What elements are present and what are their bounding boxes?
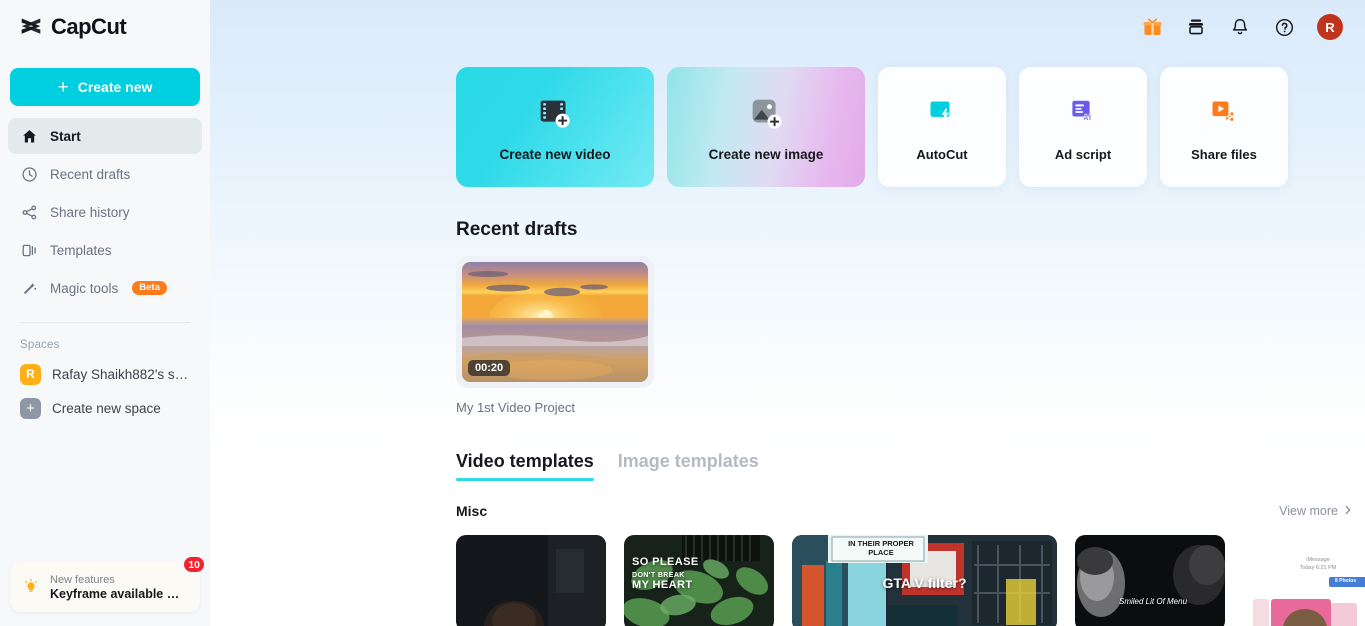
topbar: R	[210, 0, 1365, 54]
action-label: AutoCut	[916, 147, 968, 162]
create-new-label: Create new	[77, 79, 153, 95]
help-circle-icon[interactable]	[1273, 16, 1295, 38]
space-item-personal[interactable]: R Rafay Shaikh882's s…	[8, 357, 202, 391]
capcut-logo-icon	[18, 16, 44, 38]
action-label: Create new image	[708, 147, 824, 162]
brand-logo[interactable]: CapCut	[8, 0, 202, 54]
magic-wand-icon	[20, 279, 38, 297]
film-plus-icon	[534, 92, 576, 134]
template-overlay-text: Smiled Lit Of Menu	[1119, 597, 1188, 606]
promo-top-line: New features	[50, 573, 115, 586]
avatar[interactable]: R	[1317, 14, 1343, 40]
sidebar-item-magic-tools[interactable]: Magic tools Beta	[8, 270, 202, 306]
space-label: Create new space	[52, 400, 161, 416]
template-overlay-text: SO PLEASE DON'T BREAK MY HEART	[632, 556, 699, 592]
sidebar-nav: Start Recent drafts Share history Templa…	[8, 118, 202, 306]
template-card[interactable]: SO PLEASE DON'T BREAK MY HEART	[624, 535, 774, 626]
space-label: Rafay Shaikh882's s…	[52, 366, 189, 382]
templates-icon	[20, 241, 38, 259]
main-area: R Create new video Create new image Auto…	[210, 0, 1365, 626]
sidebar-item-recent-drafts[interactable]: Recent drafts	[8, 156, 202, 192]
action-label: Create new video	[499, 147, 611, 162]
sidebar: CapCut + Create new Start Recent drafts	[0, 0, 210, 626]
template-overlay-text: GTA V filter?	[882, 575, 967, 591]
quick-actions-row: Create new video Create new image AutoCu…	[456, 67, 1365, 187]
ad-script-ai-icon	[1062, 92, 1104, 134]
bell-icon[interactable]	[1229, 16, 1251, 38]
tab-image-templates[interactable]: Image templates	[618, 451, 759, 481]
sidebar-item-label: Start	[50, 128, 81, 144]
spaces-section-label: Spaces	[20, 339, 60, 351]
view-more-link[interactable]: View more	[1279, 504, 1353, 518]
lightbulb-icon	[22, 578, 40, 596]
promo-text: New features Keyframe available …	[50, 574, 179, 601]
template-card[interactable]	[456, 535, 606, 626]
sidebar-item-label: Magic tools	[50, 280, 119, 296]
overlay-line-1: SO PLEASE	[632, 556, 699, 568]
sunset-beach-thumbnail: 00:20	[462, 262, 648, 382]
autocut-icon	[921, 92, 963, 134]
message-line-2: Today 6:21 PM	[1299, 564, 1337, 571]
overlay-line-2: DON'T BREAK	[632, 571, 685, 579]
sidebar-item-templates[interactable]: Templates	[8, 232, 202, 268]
template-card[interactable]: IN THEIR PROPER PLACE GTA V filter?	[792, 535, 1057, 626]
share-icon	[20, 203, 38, 221]
template-sign-text: IN THEIR PROPER PLACE	[836, 539, 926, 557]
create-new-button[interactable]: + Create new	[10, 68, 200, 106]
ad-script-card[interactable]: Ad script	[1019, 67, 1147, 187]
message-photos-label: 8 Photos	[1335, 578, 1357, 584]
sidebar-divider	[20, 322, 190, 323]
template-message-text: iMessage Today 6:21 PM	[1243, 557, 1365, 572]
clock-icon	[20, 165, 38, 183]
new-features-promo-card[interactable]: New features Keyframe available … 10	[10, 555, 206, 612]
template-card[interactable]: Smiled Lit Of Menu	[1075, 535, 1225, 626]
draft-title: My 1st Video Project	[456, 400, 575, 415]
sidebar-item-share-history[interactable]: Share history	[8, 194, 202, 230]
template-card[interactable]: iMessage Today 6:21 PM 8 Photos	[1243, 535, 1365, 626]
space-avatar: R	[20, 363, 41, 385]
templates-tabs: Video templates Image templates	[456, 451, 1365, 481]
templates-row-header: Misc View more	[456, 503, 1365, 519]
promo-bottom-line: Keyframe available …	[50, 586, 180, 601]
sign-line-1: IN THEIR PROPER	[848, 539, 914, 548]
share-files-icon	[1203, 92, 1245, 134]
autocut-card[interactable]: AutoCut	[878, 67, 1006, 187]
brand-name: CapCut	[51, 14, 127, 39]
templates-row: SO PLEASE DON'T BREAK MY HEART IN THEIR …	[456, 535, 1365, 626]
chevron-right-icon	[1343, 504, 1353, 518]
content-column: Create new video Create new image AutoCu…	[210, 67, 1365, 626]
sidebar-item-label: Share history	[50, 204, 130, 220]
draft-card[interactable]: 00:20	[456, 256, 654, 388]
dark-portrait-thumbnail	[456, 535, 606, 626]
create-new-space-button[interactable]: + Create new space	[8, 391, 202, 425]
image-plus-icon	[745, 92, 787, 134]
plus-icon: +	[57, 76, 69, 98]
action-label: Share files	[1191, 147, 1257, 162]
message-line-1: iMessage	[1306, 557, 1330, 563]
create-new-image-card[interactable]: Create new image	[667, 67, 865, 187]
archive-stack-icon[interactable]	[1185, 16, 1207, 38]
create-new-video-card[interactable]: Create new video	[456, 67, 654, 187]
promo-count-badge: 10	[182, 555, 206, 574]
sidebar-item-label: Templates	[50, 242, 112, 258]
home-icon	[20, 127, 38, 145]
share-files-card[interactable]: Share files	[1160, 67, 1288, 187]
gift-icon[interactable]	[1141, 16, 1163, 38]
plus-icon: +	[20, 397, 41, 419]
tab-video-templates[interactable]: Video templates	[456, 451, 594, 481]
templates-row-title: Misc	[456, 503, 488, 519]
sidebar-item-start[interactable]: Start	[8, 118, 202, 154]
overlay-line-3: MY HEART	[632, 579, 693, 592]
man-portrait-bw-thumbnail	[1075, 535, 1225, 626]
capcut-app-window: CapCut + Create new Start Recent drafts	[0, 0, 1365, 626]
sidebar-item-label: Recent drafts	[50, 166, 131, 182]
duration-badge: 00:20	[468, 360, 511, 376]
sign-line-2: PLACE	[868, 548, 894, 557]
view-more-label: View more	[1279, 504, 1338, 518]
action-label: Ad script	[1054, 147, 1112, 162]
beta-badge: Beta	[132, 280, 167, 296]
recent-drafts-title: Recent drafts	[456, 219, 578, 240]
